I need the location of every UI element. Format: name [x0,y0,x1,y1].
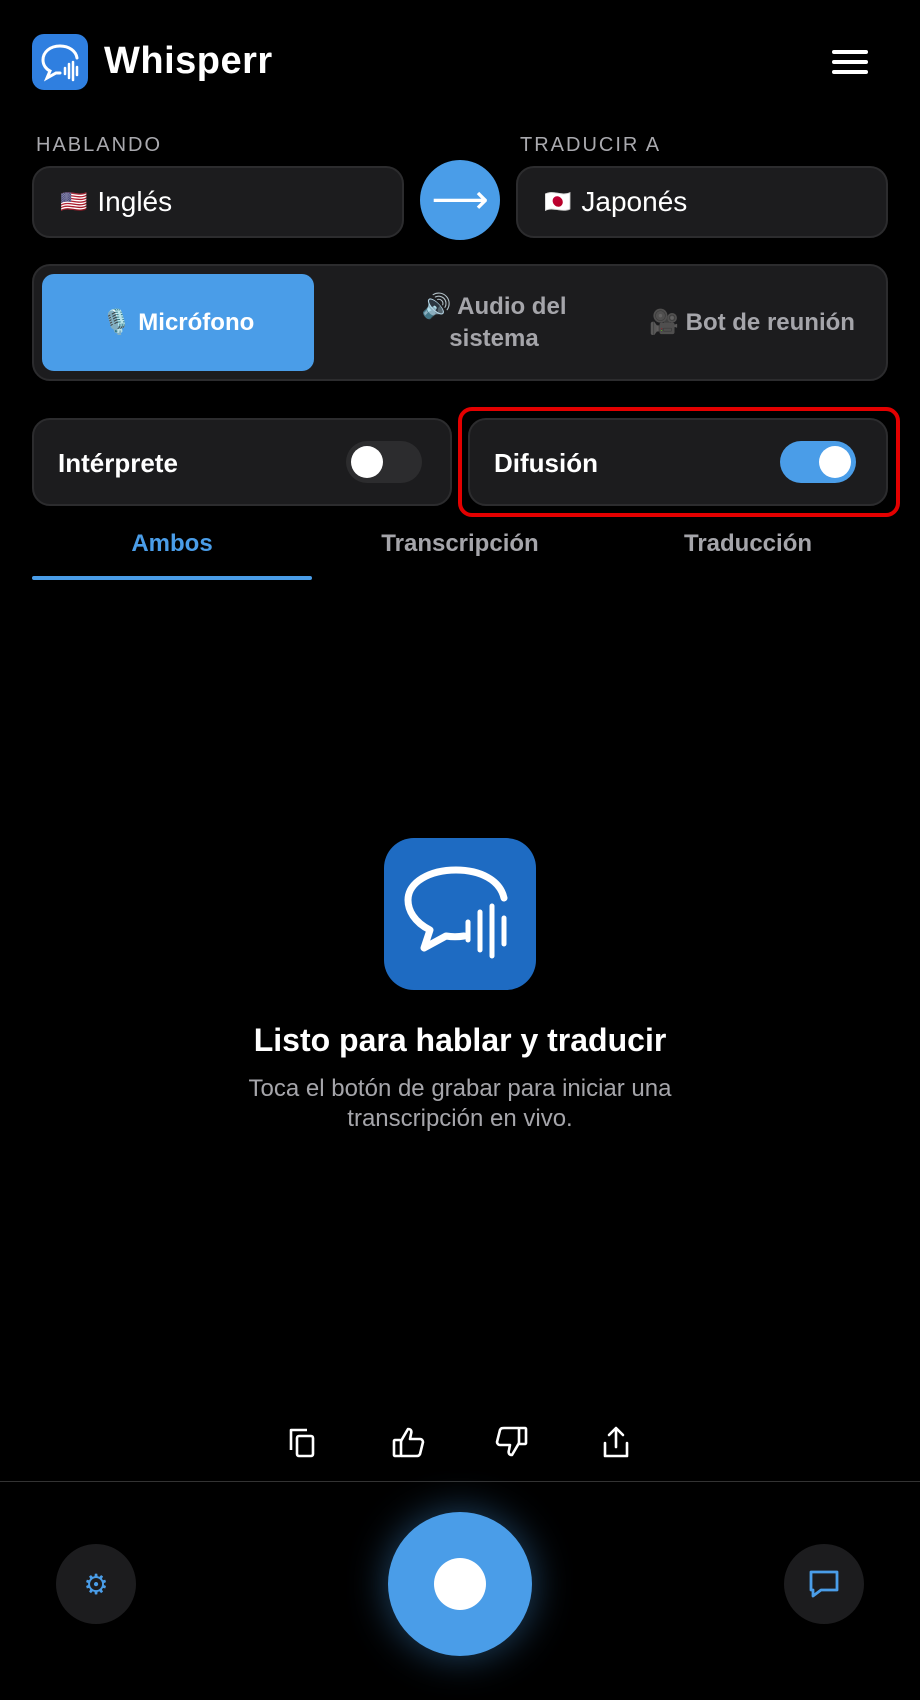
empty-state-title: Listo para hablar y traducir [253,1022,667,1058]
us-flag-icon: 🇺🇸 [60,189,88,214]
audio-source-selector: 🎙️ Micrófono 🔊 Audio del sistema 🎥 Bot d… [32,264,888,381]
translate-label: TRADUCIR A [520,134,662,156]
thumbs-down-icon[interactable] [490,1420,534,1464]
interpreter-switch[interactable] [346,441,422,483]
divider [0,1481,920,1482]
copy-icon[interactable] [280,1420,324,1464]
tab-both[interactable]: Ambos [32,530,312,570]
active-tab-indicator [32,576,312,580]
interpreter-toggle-card: Intérprete [32,418,452,506]
source-language-value: Inglés [97,186,173,217]
tab-translation[interactable]: Traducción [608,530,888,570]
chat-icon[interactable] [784,1544,864,1624]
empty-state-subtitle: Toca el botón de grabar para iniciar una… [248,1075,672,1132]
interpreter-label: Intérprete [58,448,178,478]
app-title: Whisperr [104,40,273,82]
app-logo-icon [32,34,88,90]
target-language-value: Japonés [581,186,688,217]
arrow-right-icon[interactable]: ⟶ [420,160,500,240]
thumbs-up-icon[interactable] [386,1420,430,1464]
tab-transcription[interactable]: Transcripción [320,530,600,570]
record-button[interactable] [388,1512,532,1656]
switch-knob [351,446,383,478]
highlight-box [458,407,900,517]
record-dot-icon [434,1558,486,1610]
source-meeting-bot-button[interactable]: 🎥 Bot de reunión [622,274,882,371]
speech-bubble-waveform-icon [384,838,536,990]
gear-icon[interactable]: ⚙ [56,1544,136,1624]
source-language-select[interactable]: 🇺🇸 Inglés [32,166,404,238]
target-language-select[interactable]: 🇯🇵 Japonés [516,166,888,238]
japan-flag-icon: 🇯🇵 [544,189,572,214]
source-microphone-button[interactable]: 🎙️ Micrófono [42,274,314,371]
hamburger-menu-icon[interactable] [826,44,874,80]
speaking-label: HABLANDO [36,134,163,156]
source-system-audio-button[interactable]: 🔊 Audio del sistema [374,274,614,371]
share-icon[interactable] [594,1420,638,1464]
